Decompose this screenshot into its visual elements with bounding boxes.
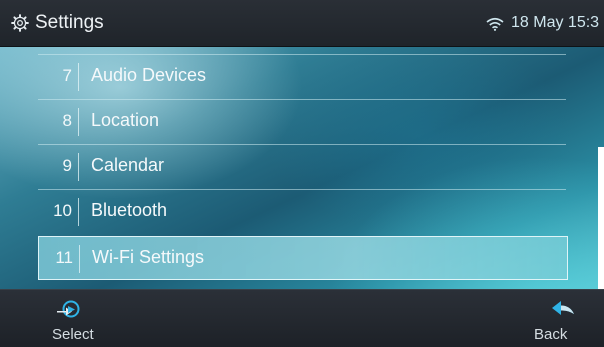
- divider: [78, 108, 79, 136]
- menu-item-number: 9: [62, 156, 72, 175]
- scrollbar[interactable]: [598, 147, 604, 289]
- divider: [78, 198, 79, 226]
- select-arrow-icon: [57, 300, 80, 318]
- back-softkey[interactable]: Back: [516, 290, 596, 347]
- menu-item-calendar[interactable]: 9 Calendar: [38, 144, 566, 189]
- menu-item-label: Calendar: [91, 155, 165, 175]
- wifi-icon: [486, 17, 504, 31]
- divider: [78, 153, 79, 181]
- settings-menu: 7 Audio Devices 8 Location 9 Calendar 10…: [0, 47, 604, 289]
- divider: [79, 245, 80, 273]
- menu-item-label: Audio Devices: [91, 65, 207, 85]
- back-label: Back: [534, 326, 568, 343]
- menu-item-audio-devices[interactable]: 7 Audio Devices: [38, 54, 566, 99]
- divider: [78, 63, 79, 91]
- menu-item-label: Location: [91, 110, 160, 130]
- select-label: Select: [52, 326, 94, 343]
- menu-item-wifi-settings[interactable]: 11 Wi-Fi Settings: [38, 236, 568, 280]
- select-softkey[interactable]: Select: [38, 290, 118, 347]
- menu-item-label: Wi-Fi Settings: [92, 247, 205, 267]
- menu-item-location[interactable]: 8 Location: [38, 99, 566, 144]
- phone-screen: Settings 18 May 15:3 7 Audio Devices 8 L…: [0, 0, 604, 347]
- menu-item-number: 11: [55, 248, 73, 267]
- menu-item-number: 7: [62, 66, 72, 85]
- menu-item-bluetooth[interactable]: 10 Bluetooth: [38, 189, 566, 234]
- menu-item-label: Bluetooth: [91, 200, 168, 220]
- menu-item-number: 8: [62, 111, 72, 130]
- gear-icon: [11, 14, 29, 32]
- menu-item-number: 10: [53, 201, 72, 220]
- status-header: Settings 18 May 15:3: [0, 0, 604, 47]
- page-title: Settings: [35, 12, 104, 33]
- back-arrow-icon: [552, 301, 574, 315]
- date-time: 18 May 15:3: [511, 14, 600, 31]
- softkey-bar: Select Back: [0, 289, 604, 347]
